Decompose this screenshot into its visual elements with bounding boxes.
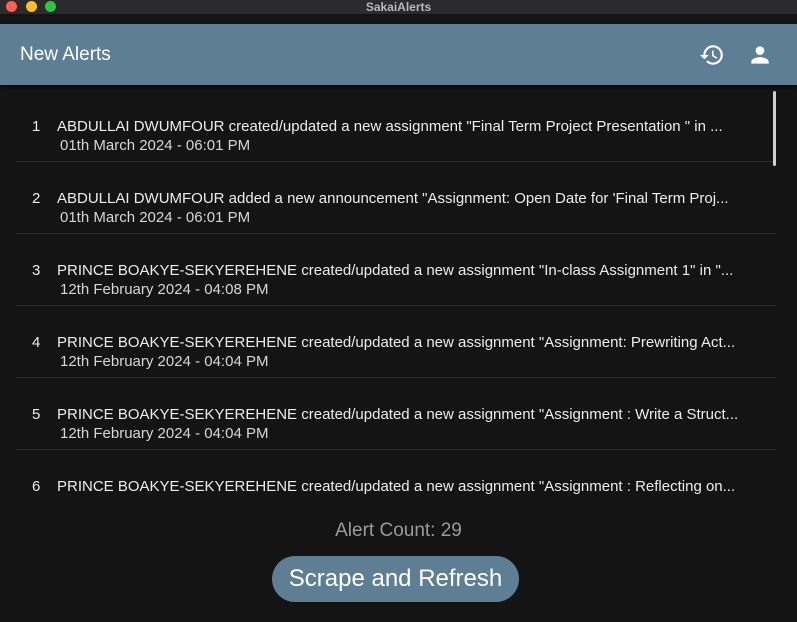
window-title: SakaiAlerts <box>365 0 432 14</box>
list-item[interactable]: 2 ABDULLAI DWUMFOUR added a new announce… <box>16 162 776 234</box>
alert-index: 3 <box>32 262 41 279</box>
window-titlebar[interactable]: SakaiAlerts <box>0 0 797 14</box>
app-window: SakaiAlerts New Alerts 1 ABDULLAI DWUMFO… <box>0 0 797 622</box>
alert-title: PRINCE BOAKYE-SEKYEREHENE created/update… <box>57 406 739 423</box>
list-item[interactable]: 6 PRINCE BOAKYE-SEKYEREHENE created/upda… <box>16 450 776 494</box>
history-icon <box>700 45 723 65</box>
history-button[interactable] <box>699 42 725 68</box>
alert-title: PRINCE BOAKYE-SEKYEREHENE created/update… <box>57 478 736 494</box>
alert-title: PRINCE BOAKYE-SEKYEREHENE created/update… <box>57 262 734 279</box>
alert-title: ABDULLAI DWUMFOUR added a new announceme… <box>57 190 729 207</box>
alert-index: 5 <box>32 406 41 423</box>
alert-index: 1 <box>32 118 41 135</box>
list-item[interactable]: 3 PRINCE BOAKYE-SEKYEREHENE created/upda… <box>16 234 776 306</box>
alert-index: 6 <box>32 478 41 494</box>
alert-title: PRINCE BOAKYE-SEKYEREHENE created/update… <box>57 334 736 351</box>
list-scrollbar[interactable] <box>773 91 776 166</box>
list-item[interactable]: 1 ABDULLAI DWUMFOUR created/updated a ne… <box>16 90 776 162</box>
list-item[interactable]: 5 PRINCE BOAKYE-SEKYEREHENE created/upda… <box>16 378 776 450</box>
alert-date: 12th February 2024 - 04:08 PM <box>60 281 269 298</box>
page-title: New Alerts <box>20 44 111 65</box>
alert-index: 2 <box>32 190 41 207</box>
list-item[interactable]: 4 PRINCE BOAKYE-SEKYEREHENE created/upda… <box>16 306 776 378</box>
alert-date: 12th February 2024 - 04:04 PM <box>60 353 269 370</box>
alerts-list[interactable]: 1 ABDULLAI DWUMFOUR created/updated a ne… <box>16 90 776 494</box>
alert-index: 4 <box>32 334 41 351</box>
alert-date: 01th March 2024 - 06:01 PM <box>60 137 251 154</box>
alert-date: 01th March 2024 - 06:01 PM <box>60 209 251 226</box>
alert-title: ABDULLAI DWUMFOUR created/updated a new … <box>57 118 723 135</box>
alert-count: Alert Count: 29 <box>335 520 462 541</box>
scrape-and-refresh-button[interactable]: Scrape and Refresh <box>272 556 519 602</box>
person-icon <box>751 46 769 64</box>
account-button[interactable] <box>747 42 773 68</box>
alert-date: 12th February 2024 - 04:04 PM <box>60 425 269 442</box>
app-bar: New Alerts <box>0 24 797 85</box>
